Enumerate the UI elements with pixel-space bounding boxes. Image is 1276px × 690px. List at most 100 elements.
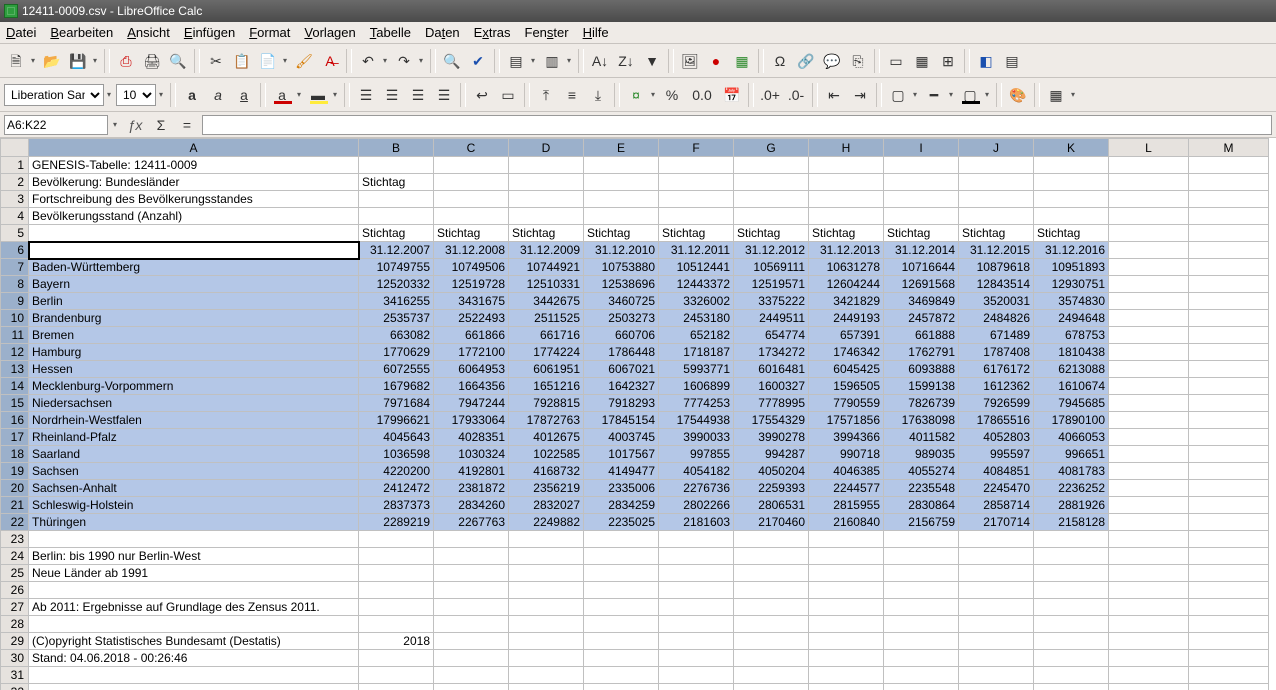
menu-fenster[interactable]: Fenster [525,25,569,40]
cell-L28[interactable] [1109,616,1189,633]
cell-L29[interactable] [1109,633,1189,650]
cell-G6[interactable]: 31.12.2012 [734,242,809,259]
cell-I9[interactable]: 3469849 [884,293,959,310]
cell-G14[interactable]: 1600327 [734,378,809,395]
cell-H26[interactable] [809,582,884,599]
cell-D7[interactable]: 10744921 [509,259,584,276]
cell-G21[interactable]: 2806531 [734,497,809,514]
row-header-3[interactable]: 3 [1,191,29,208]
cell-C9[interactable]: 3431675 [434,293,509,310]
cell-D22[interactable]: 2249882 [509,514,584,531]
row-header-23[interactable]: 23 [1,531,29,548]
cell-F25[interactable] [659,565,734,582]
cell-A21[interactable]: Schleswig-Holstein [29,497,359,514]
cell-A29[interactable]: (C)opyright Statistisches Bundesamt (Des… [29,633,359,650]
cell-B30[interactable] [359,650,434,667]
cell-K30[interactable] [1034,650,1109,667]
cell-A7[interactable]: Baden-Württemberg [29,259,359,276]
cell-M12[interactable] [1189,344,1269,361]
cell-D32[interactable] [509,684,584,690]
cell-G10[interactable]: 2449511 [734,310,809,327]
cell-C22[interactable]: 2267763 [434,514,509,531]
currency-dropdown[interactable]: ▾ [648,90,658,99]
font-color-button[interactable]: a [270,83,294,107]
cell-K15[interactable]: 7945685 [1034,395,1109,412]
cell-G25[interactable] [734,565,809,582]
undo-dropdown[interactable]: ▾ [380,56,390,65]
align-right-button[interactable]: ☰ [406,83,430,107]
cell-B14[interactable]: 1679682 [359,378,434,395]
row-header-9[interactable]: 9 [1,293,29,310]
cell-I5[interactable]: Stichtag [884,225,959,242]
cell-K21[interactable]: 2881926 [1034,497,1109,514]
freeze-panes-button[interactable]: ▦ [910,49,934,73]
cell-I22[interactable]: 2156759 [884,514,959,531]
cell-E27[interactable] [584,599,659,616]
cell-F3[interactable] [659,191,734,208]
cell-B16[interactable]: 17996621 [359,412,434,429]
align-top-button[interactable]: ⤒ [534,83,558,107]
cell-E14[interactable]: 1642327 [584,378,659,395]
cell-L24[interactable] [1109,548,1189,565]
cell-M14[interactable] [1189,378,1269,395]
cell-M6[interactable] [1189,242,1269,259]
cell-G15[interactable]: 7778995 [734,395,809,412]
cell-G9[interactable]: 3375222 [734,293,809,310]
cell-L25[interactable] [1109,565,1189,582]
cell-B21[interactable]: 2837373 [359,497,434,514]
cell-E19[interactable]: 4149477 [584,463,659,480]
cell-L11[interactable] [1109,327,1189,344]
cell-H31[interactable] [809,667,884,684]
cell-F17[interactable]: 3990033 [659,429,734,446]
cell-H20[interactable]: 2244577 [809,480,884,497]
sort-desc-button[interactable]: Z↓ [614,49,638,73]
cell-K9[interactable]: 3574830 [1034,293,1109,310]
cell-F14[interactable]: 1606899 [659,378,734,395]
highlight-color-dropdown[interactable]: ▾ [330,90,340,99]
font-color-dropdown[interactable]: ▾ [294,90,304,99]
cell-M28[interactable] [1189,616,1269,633]
cell-H14[interactable]: 1596505 [809,378,884,395]
borders-dropdown[interactable]: ▾ [910,90,920,99]
cell-F18[interactable]: 997855 [659,446,734,463]
show-draw-functions-button[interactable]: ◧ [974,49,998,73]
cell-G5[interactable]: Stichtag [734,225,809,242]
column-header-K[interactable]: K [1034,139,1109,157]
find-replace-button[interactable]: 🔍 [440,49,464,73]
cell-D26[interactable] [509,582,584,599]
cell-E25[interactable] [584,565,659,582]
cell-A6[interactable] [29,242,359,259]
cell-E22[interactable]: 2235025 [584,514,659,531]
cell-F11[interactable]: 652182 [659,327,734,344]
insert-hyperlink-button[interactable]: 🔗 [794,49,818,73]
cell-M8[interactable] [1189,276,1269,293]
cell-D29[interactable] [509,633,584,650]
cell-D20[interactable]: 2356219 [509,480,584,497]
cell-H11[interactable]: 657391 [809,327,884,344]
cell-A30[interactable]: Stand: 04.06.2018 - 00:26:46 [29,650,359,667]
cell-D3[interactable] [509,191,584,208]
cell-B18[interactable]: 1036598 [359,446,434,463]
cell-J14[interactable]: 1612362 [959,378,1034,395]
cell-J30[interactable] [959,650,1034,667]
row-header-14[interactable]: 14 [1,378,29,395]
cell-B27[interactable] [359,599,434,616]
bold-button[interactable]: a [180,83,204,107]
underline-button[interactable]: a [232,83,256,107]
cell-C17[interactable]: 4028351 [434,429,509,446]
cell-D17[interactable]: 4012675 [509,429,584,446]
cell-H32[interactable] [809,684,884,690]
cell-I17[interactable]: 4011582 [884,429,959,446]
row-dropdown[interactable]: ▾ [528,56,538,65]
border-color-dropdown[interactable]: ▾ [982,90,992,99]
cell-J31[interactable] [959,667,1034,684]
cell-B20[interactable]: 2412472 [359,480,434,497]
cell-L32[interactable] [1109,684,1189,690]
cell-K25[interactable] [1034,565,1109,582]
row-button[interactable]: ▤ [504,49,528,73]
cell-B15[interactable]: 7971684 [359,395,434,412]
cell-C31[interactable] [434,667,509,684]
cell-F13[interactable]: 5993771 [659,361,734,378]
open-button[interactable]: 📂 [40,49,64,73]
column-header-L[interactable]: L [1109,139,1189,157]
